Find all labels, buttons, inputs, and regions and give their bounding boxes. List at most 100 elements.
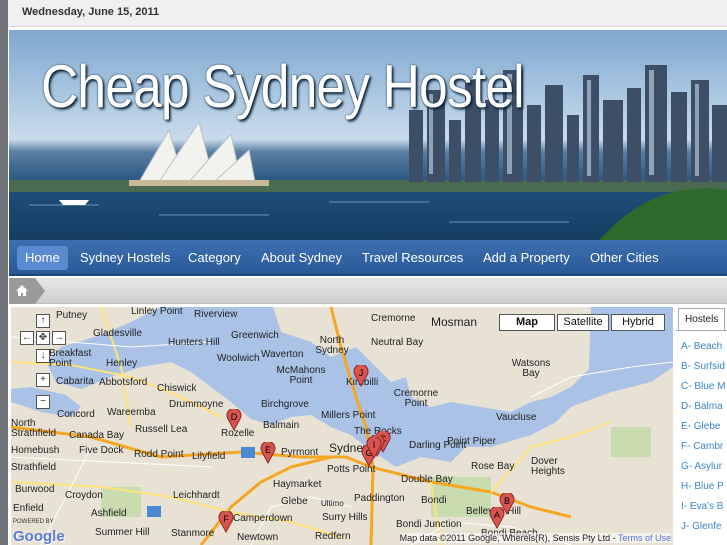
- map-label: Haymarket: [273, 479, 322, 490]
- nav-travel-resources[interactable]: Travel Resources: [354, 246, 471, 270]
- map-label: Cremorne Point: [393, 388, 439, 409]
- map-label: Croydon: [65, 490, 103, 501]
- hostel-link[interactable]: F- Cambr: [681, 441, 723, 452]
- map-label: Bondi Junction: [396, 519, 462, 530]
- map-label: Drummoyne: [169, 399, 224, 410]
- pan-down-button[interactable]: ↓: [36, 349, 50, 363]
- map-marker[interactable]: J: [353, 363, 369, 388]
- map-label: Neutral Bay: [371, 337, 424, 348]
- nav-add-property[interactable]: Add a Property: [475, 246, 578, 270]
- map-label: Burwood: [15, 484, 55, 495]
- pan-right-button[interactable]: →: [52, 331, 66, 345]
- map-marker[interactable]: E: [260, 440, 276, 465]
- hostel-link[interactable]: A- Beach: [681, 341, 722, 352]
- map-label: Vaucluse: [496, 412, 537, 423]
- map-label: Greenwich: [231, 330, 279, 341]
- nav-home[interactable]: Home: [17, 246, 68, 270]
- terms-of-use-link[interactable]: Terms of Use: [618, 533, 671, 543]
- map-marker[interactable]: F: [218, 509, 234, 534]
- map-label: Wareemba: [107, 407, 156, 418]
- site-title[interactable]: Cheap Sydney Hostel: [41, 52, 525, 121]
- map-label: Point Piper: [447, 436, 496, 447]
- map-label: Cremorne: [371, 313, 416, 324]
- map-label: Henley: [106, 358, 138, 369]
- pan-center-button[interactable]: ✥: [36, 331, 50, 345]
- hostel-link[interactable]: D- Balma: [681, 401, 723, 412]
- hostel-sidebar: Hostels A- Beach B- Surfsid C- Blue M D-…: [676, 307, 727, 545]
- marker-label: D: [231, 412, 238, 422]
- zoom-in-button[interactable]: +: [36, 373, 50, 387]
- map-label: Russell Lea: [135, 424, 188, 435]
- map-type-satellite[interactable]: Satellite: [557, 314, 609, 331]
- map-label: Woolwich: [217, 353, 260, 364]
- pan-left-button[interactable]: ←: [20, 331, 34, 345]
- hostel-link[interactable]: C- Blue M: [681, 381, 725, 392]
- map-label: Redfern: [315, 531, 351, 542]
- marker-label: I: [373, 440, 376, 450]
- map-label: Waverton: [261, 349, 304, 360]
- map-label: North Sydney: [315, 335, 349, 356]
- map-label: Canada Bay: [69, 430, 125, 441]
- tab-hostels[interactable]: Hostels: [678, 308, 726, 330]
- map-label: Chiswick: [157, 383, 197, 394]
- map-label: Dover Heights: [531, 456, 565, 477]
- map-label: Pyrmont: [281, 447, 319, 458]
- map-marker[interactable]: D: [226, 407, 242, 432]
- marker-label: F: [223, 514, 229, 524]
- map-label: Glebe: [281, 496, 308, 507]
- map-copyright: Map data ©2011 Google, Whereis(R), Sensi…: [399, 533, 671, 543]
- map-label: Concord: [57, 409, 95, 420]
- map-label: Breakfast Point: [49, 348, 92, 369]
- map-label: Abbotsford: [99, 377, 148, 388]
- header-banner: Cheap Sydney Hostel: [9, 30, 727, 240]
- map-label: Ultimo: [321, 499, 344, 508]
- pan-up-button[interactable]: ↑: [36, 314, 50, 328]
- marker-label: J: [359, 368, 364, 378]
- hostel-link[interactable]: J- Glenfe: [681, 521, 722, 532]
- nav-sydney-hostels[interactable]: Sydney Hostels: [72, 246, 178, 270]
- map-label: Putney: [56, 310, 88, 321]
- map-label: Leichhardt: [173, 490, 220, 501]
- map-label: Watsons Bay: [511, 358, 551, 379]
- hostel-link[interactable]: B- Surfsid: [681, 361, 725, 372]
- map-label: McMahons Point: [276, 365, 326, 386]
- google-map[interactable]: Putney Linley Point Riverview Cremorne M…: [11, 307, 673, 545]
- nav-other-cities[interactable]: Other Cities: [582, 246, 667, 270]
- hostel-link[interactable]: H- Blue P: [681, 481, 724, 492]
- marker-label: E: [265, 445, 271, 455]
- date-text: Wednesday, June 15, 2011: [22, 6, 160, 18]
- map-label: Rose Bay: [471, 461, 515, 472]
- left-border: [0, 0, 8, 545]
- map-label: Cabarita: [56, 376, 94, 387]
- page: Wednesday, June 15, 2011 Cheap Sydney Ho…: [0, 0, 727, 545]
- google-logo[interactable]: Google: [13, 528, 65, 545]
- map-type-hybrid[interactable]: Hybrid: [611, 314, 665, 331]
- tab-divider: [676, 330, 727, 331]
- map-label: Mosman: [431, 315, 478, 329]
- map-label: Hunters Hill: [168, 337, 220, 348]
- map-label: Millers Point: [321, 410, 376, 421]
- map-label: Homebush: [11, 445, 60, 456]
- hostel-link[interactable]: G- Asylur: [681, 461, 722, 472]
- breadcrumb-home[interactable]: [9, 278, 35, 304]
- home-icon: [16, 285, 28, 296]
- date-bar: Wednesday, June 15, 2011: [8, 0, 727, 27]
- map-label: Riverview: [194, 309, 238, 320]
- map-label: Paddington: [354, 493, 405, 504]
- zoom-out-button[interactable]: −: [36, 395, 50, 409]
- hostel-link[interactable]: E- Glebe: [681, 421, 720, 432]
- nav-about-sydney[interactable]: About Sydney: [253, 246, 350, 270]
- map-marker[interactable]: I: [366, 435, 382, 460]
- map-label: Ashfield: [91, 508, 127, 519]
- map-label: Linley Point: [131, 307, 183, 317]
- map-label: Camperdown: [233, 513, 293, 524]
- breadcrumb-arrow: [35, 278, 45, 304]
- map-label: Lilyfield: [192, 451, 226, 462]
- hostel-link[interactable]: I- Eva's B: [681, 501, 723, 512]
- map-label: Newtown: [237, 532, 279, 543]
- map-type-map[interactable]: Map: [499, 314, 555, 331]
- nav-category[interactable]: Category: [180, 246, 249, 270]
- map-marker[interactable]: B: [499, 491, 515, 516]
- map-label: Gladesville: [93, 328, 142, 339]
- map-label: Five Dock: [79, 445, 124, 456]
